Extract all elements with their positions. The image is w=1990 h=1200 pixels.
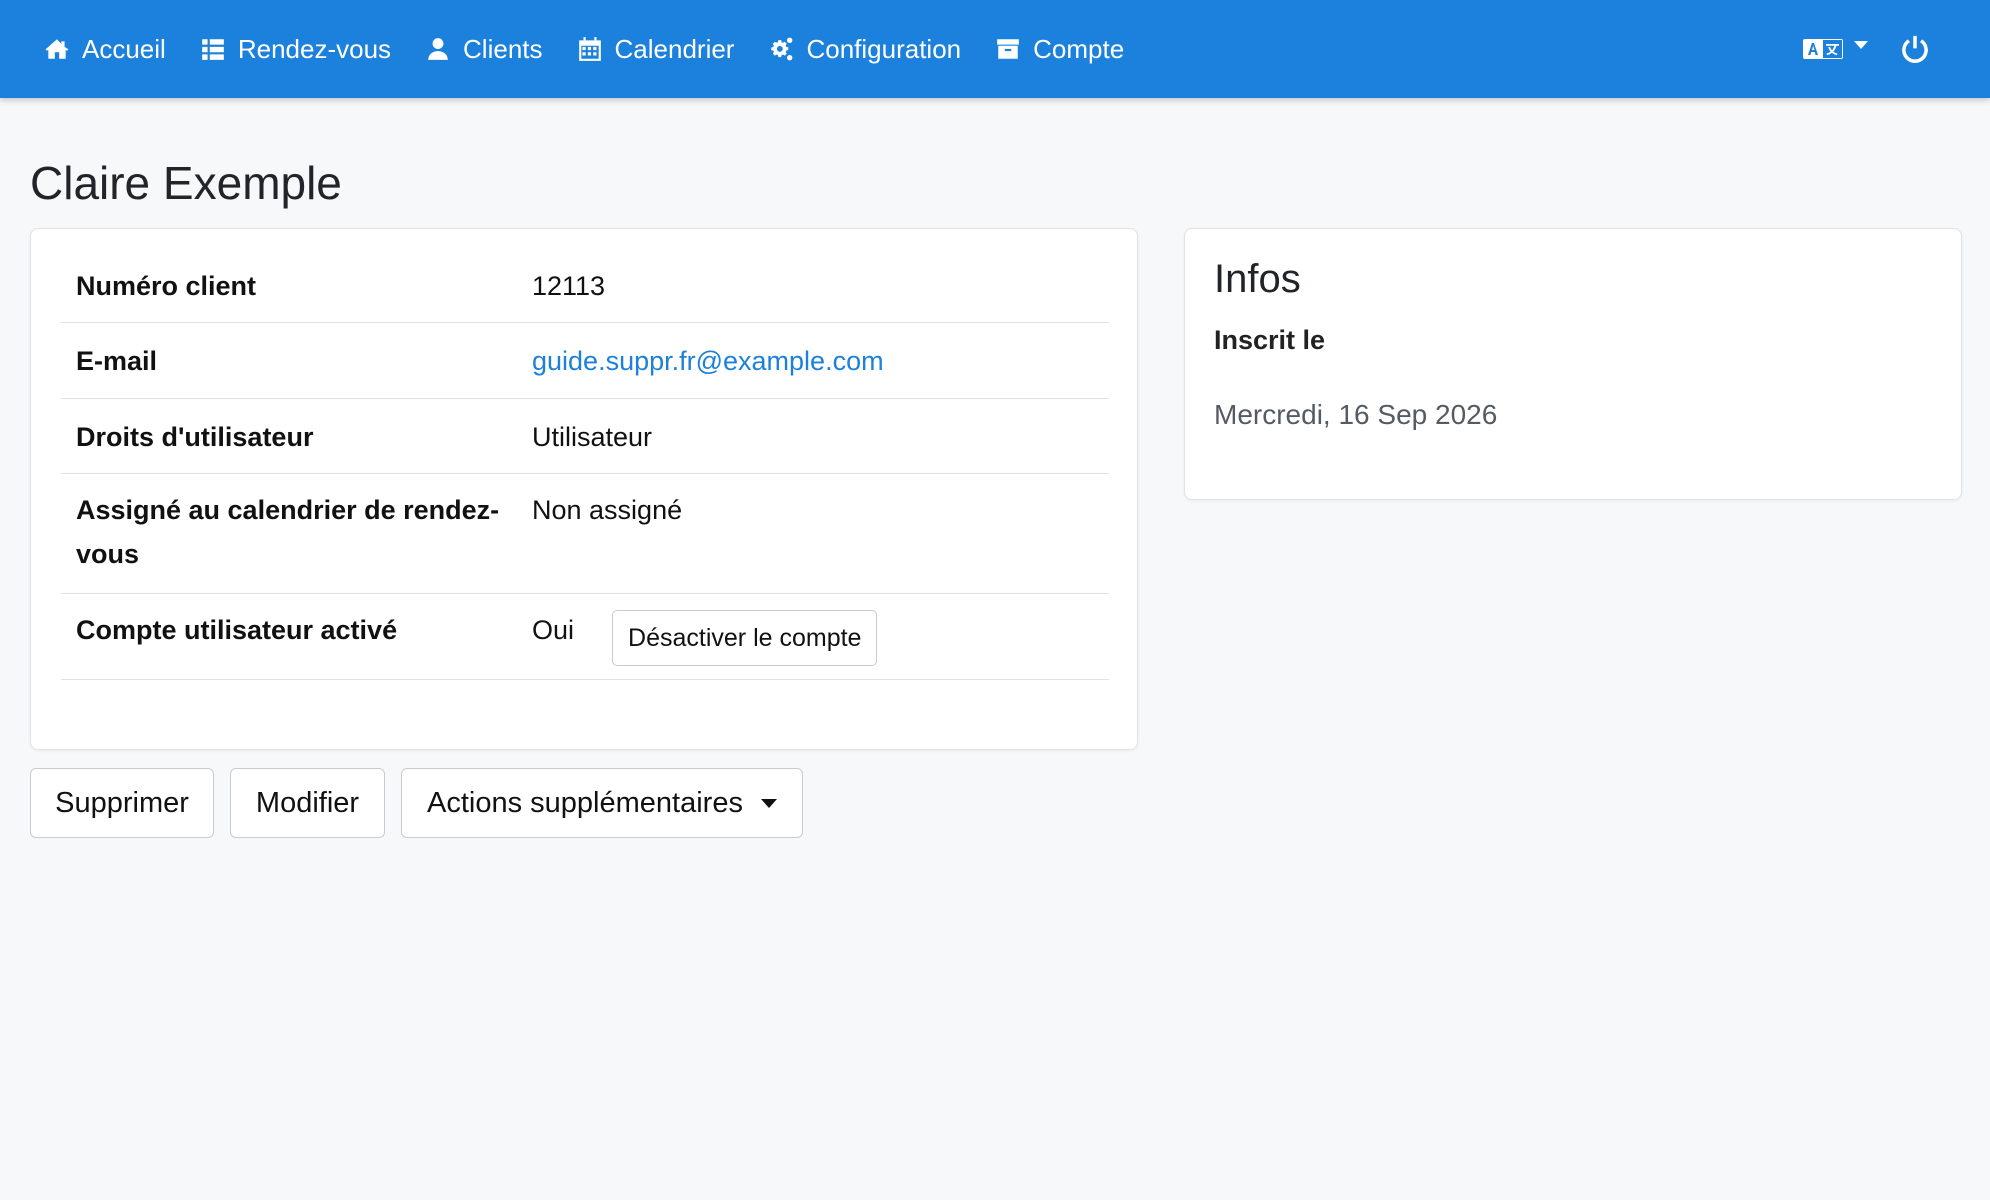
calendar-icon (578, 37, 601, 61)
client-number-label: Numéro client (76, 271, 257, 301)
table-row: Assigné au calendrier de rendez-vous Non… (61, 474, 1109, 594)
nav-label-calendrier: Calendrier (614, 33, 735, 64)
edit-button[interactable]: Modifier (230, 768, 385, 838)
nav-label-clients: Clients (463, 33, 543, 64)
client-details-card: Numéro client 12113 E-mail guide.suppr.f… (30, 228, 1138, 750)
language-icon (1803, 39, 1843, 59)
user-icon (428, 38, 448, 60)
archive-icon (997, 39, 1019, 59)
nav-item-rendez-vous[interactable]: Rendez-vous (200, 0, 391, 98)
chevron-down-icon (1854, 41, 1868, 49)
assigned-label: Assigné au calendrier de rendez-vous (76, 495, 500, 569)
table-row: E-mail guide.suppr.fr@example.com (61, 323, 1109, 399)
nav-item-clients[interactable]: Clients (425, 0, 543, 98)
nav-label-rendez-vous: Rendez-vous (237, 33, 392, 64)
registered-label: Inscrit le (1214, 325, 1326, 355)
nav-right (1802, 0, 1990, 98)
delete-button[interactable]: Supprimer (30, 768, 214, 838)
top-navbar: Accueil Rendez-vous Clients Calendrier C… (0, 0, 1990, 98)
deactivate-account-button[interactable]: Désactiver le compte (612, 610, 878, 666)
client-number-value: 12113 (532, 271, 606, 301)
assigned-value: Non assigné (532, 495, 683, 525)
nav-label-configuration: Configuration (806, 33, 962, 64)
page-title: Claire Exemple (30, 157, 342, 209)
nav-label-compte: Compte (1033, 33, 1125, 64)
action-buttons: Supprimer Modifier Actions supplémentair… (30, 768, 819, 838)
home-icon (45, 39, 69, 59)
nav-item-configuration[interactable]: Configuration (768, 0, 961, 98)
cogs-icon (771, 37, 793, 61)
list-icon (201, 39, 224, 60)
email-link[interactable]: guide.suppr.fr@example.com (532, 339, 884, 383)
rights-value: Utilisateur (532, 422, 653, 452)
more-actions-dropdown[interactable]: Actions supplémentaires (401, 768, 803, 838)
power-icon[interactable] (1900, 34, 1930, 64)
nav-label-accueil: Accueil (82, 33, 166, 64)
registered-value: Mercredi, 16 Sep 2026 (1214, 399, 1498, 430)
table-row: Numéro client 12113 (61, 249, 1109, 323)
info-title: Infos (1214, 257, 1301, 301)
nav-item-compte[interactable]: Compte (995, 0, 1124, 98)
nav-links: Accueil Rendez-vous Clients Calendrier C… (44, 0, 1158, 98)
nav-item-calendrier[interactable]: Calendrier (577, 0, 735, 98)
rights-label: Droits d'utilisateur (76, 422, 314, 452)
more-actions-label: Actions supplémentaires (427, 786, 743, 819)
table-row: Droits d'utilisateur Utilisateur (61, 399, 1109, 474)
chevron-down-icon (760, 798, 777, 808)
active-value: Oui (532, 615, 575, 645)
nav-item-accueil[interactable]: Accueil (44, 0, 166, 98)
active-label: Compte utilisateur activé (76, 615, 398, 645)
client-details-table: Numéro client 12113 E-mail guide.suppr.f… (61, 249, 1109, 680)
table-row: Compte utilisateur activé Oui Désactiver… (61, 594, 1109, 680)
email-label: E-mail (76, 346, 158, 376)
info-card: Infos Inscrit le Mercredi, 16 Sep 2026 (1184, 228, 1962, 500)
language-dropdown[interactable] (1802, 34, 1868, 64)
